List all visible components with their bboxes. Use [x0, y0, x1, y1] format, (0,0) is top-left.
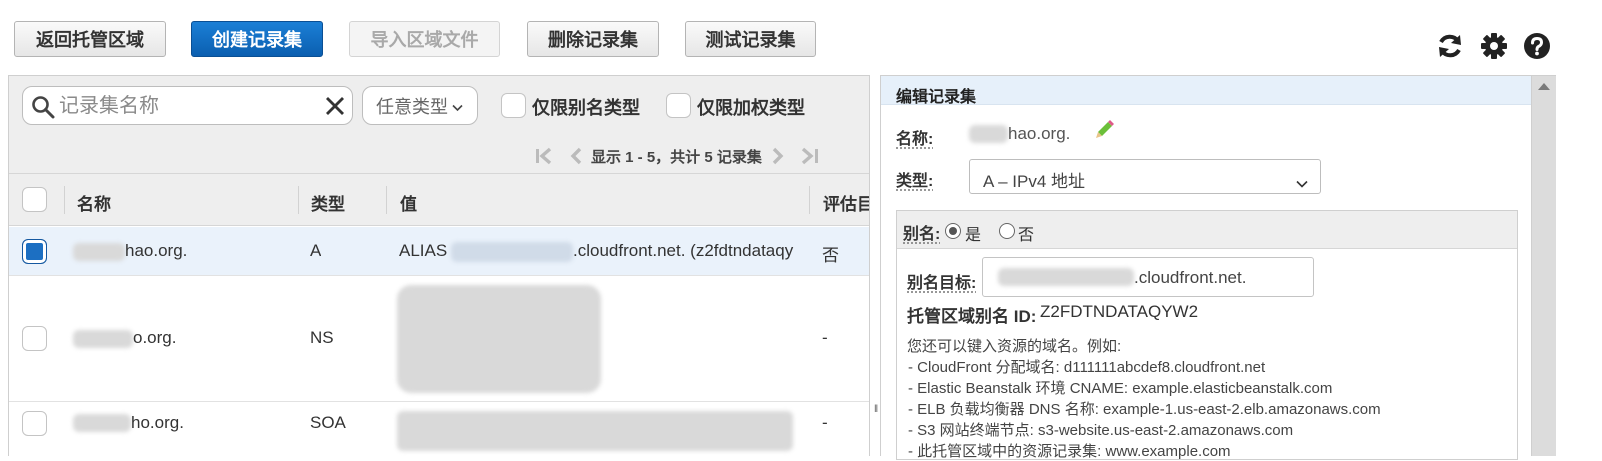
record-type-value: A – IPv4 地址: [983, 172, 1085, 191]
create-record-set-button[interactable]: 创建记录集: [191, 21, 323, 57]
pagination-text: 显示 1 - 5，共计 5 记录集: [591, 146, 762, 167]
record-name: hao.org.: [125, 241, 187, 261]
record-evaluate: 否: [822, 241, 839, 266]
hosted-zone-id-label: 托管区域别名 ID:: [907, 302, 1036, 327]
redacted-text: [998, 268, 1134, 286]
weighted-only-label: 仅限加权类型: [697, 94, 805, 120]
column-divider: [298, 186, 299, 214]
filter-bar: 任意类型 仅限别名类型 仅限加权类型 显示 1 - 5，共计 5 记录集: [9, 76, 870, 174]
table-row[interactable]: hao.org. A ALIAS .cloudfront.net. (z2fdt…: [9, 227, 870, 276]
record-evaluate: -: [822, 328, 828, 348]
alias-yes-label: 是: [965, 221, 981, 245]
redacted-text: [451, 242, 573, 262]
delete-record-set-button[interactable]: 删除记录集: [527, 21, 659, 57]
record-type: A: [310, 241, 321, 261]
record-type: SOA: [310, 413, 346, 433]
test-record-set-button[interactable]: 测试记录集: [685, 21, 816, 57]
alias-target-label: 别名目标:: [907, 269, 976, 293]
table-header: 名称 类型 值 评估目: [9, 174, 870, 226]
alias-only-label: 仅限别名类型: [532, 94, 640, 120]
record-evaluate: -: [822, 413, 828, 433]
column-divider: [386, 186, 387, 214]
alias-header: 别名: 是 否: [897, 211, 1517, 249]
table-row[interactable]: ho.org. SOA -: [9, 403, 870, 456]
clear-search-icon[interactable]: [325, 96, 345, 121]
redacted-text: [73, 330, 133, 348]
record-name: o.org.: [133, 328, 176, 348]
redacted-text: [73, 414, 131, 432]
weighted-only-checkbox[interactable]: [666, 93, 691, 118]
alias-no-label: 否: [1018, 221, 1034, 245]
help-example: - CloudFront 分配域名: d111111abcdef8.cloudf…: [908, 356, 1265, 377]
help-example: - S3 网站终端节点: s3-website.us-east-2.amazon…: [908, 419, 1293, 440]
alias-no-radio[interactable]: [999, 223, 1015, 239]
chevron-down-icon: [452, 96, 463, 117]
record-name-value: hao.org.: [1008, 124, 1070, 144]
panel-splitter[interactable]: [871, 75, 880, 456]
search-input[interactable]: [57, 93, 312, 119]
scroll-up-icon[interactable]: [1538, 83, 1550, 90]
help-icon[interactable]: [1523, 32, 1551, 60]
record-set-list-panel: 任意类型 仅限别名类型 仅限加权类型 显示 1 - 5，共计 5 记录集: [8, 75, 870, 456]
record-type: NS: [310, 328, 334, 348]
column-divider: [809, 186, 810, 214]
help-intro: 您还可以键入资源的域名。例如:: [907, 335, 1121, 356]
table-row[interactable]: o.org. NS -: [9, 277, 870, 402]
pagination: 显示 1 - 5，共计 5 记录集: [535, 142, 819, 170]
help-example: - 此托管区域中的资源记录集: www.example.com: [908, 440, 1231, 461]
column-header-value[interactable]: 值: [400, 190, 417, 215]
alias-yes-radio[interactable]: [945, 223, 961, 239]
column-header-evaluate[interactable]: 评估目: [823, 190, 870, 215]
refresh-icon[interactable]: [1436, 32, 1464, 60]
previous-page-icon[interactable]: [569, 147, 583, 165]
chevron-down-icon: [1296, 173, 1308, 193]
gear-icon[interactable]: [1480, 32, 1508, 60]
row-checkbox[interactable]: [22, 239, 47, 264]
splitter-grip-icon[interactable]: ‖: [874, 404, 878, 415]
edit-pencil-icon[interactable]: [1094, 118, 1116, 145]
record-name: ho.org.: [131, 413, 184, 433]
type-filter-value: 任意类型: [376, 93, 448, 119]
search-icon: [31, 95, 55, 124]
row-checkbox[interactable]: [22, 411, 47, 436]
search-box[interactable]: [22, 86, 353, 125]
panel-title: 编辑记录集: [881, 76, 1532, 105]
help-example: - Elastic Beanstalk 环境 CNAME: example.el…: [908, 377, 1332, 398]
help-example: - ELB 负载均衡器 DNS 名称: example-1.us-east-2.…: [908, 398, 1381, 419]
column-header-name[interactable]: 名称: [77, 190, 111, 215]
record-value-prefix: ALIAS: [399, 241, 447, 261]
back-to-hosted-zones-button[interactable]: 返回托管区域: [14, 21, 166, 57]
redacted-text: [969, 125, 1008, 143]
first-page-icon[interactable]: [535, 147, 555, 165]
alias-target-value: .cloudfront.net.: [1134, 268, 1246, 288]
column-header-type[interactable]: 类型: [311, 190, 345, 215]
redacted-text: [397, 285, 601, 393]
column-divider: [64, 186, 65, 214]
vertical-scrollbar[interactable]: [1532, 75, 1556, 456]
alias-label: 别名:: [903, 220, 940, 244]
import-zone-file-button[interactable]: 导入区域文件: [349, 21, 500, 57]
redacted-text: [397, 411, 793, 451]
record-value: .cloudfront.net. (z2fdtndataqy: [573, 241, 801, 261]
alias-only-checkbox[interactable]: [501, 93, 526, 118]
name-label: 名称:: [896, 125, 933, 149]
record-type-select[interactable]: A – IPv4 地址: [969, 159, 1321, 194]
next-page-icon[interactable]: [771, 147, 785, 165]
hosted-zone-id-value: Z2FDTNDATAQYW2: [1040, 302, 1198, 322]
select-all-checkbox[interactable]: [22, 187, 47, 212]
alias-target-input[interactable]: .cloudfront.net.: [982, 257, 1314, 297]
redacted-text: [73, 243, 125, 261]
type-filter-select[interactable]: 任意类型: [362, 86, 478, 125]
last-page-icon[interactable]: [799, 147, 819, 165]
row-checkbox[interactable]: [22, 326, 47, 351]
type-label: 类型:: [896, 167, 933, 191]
